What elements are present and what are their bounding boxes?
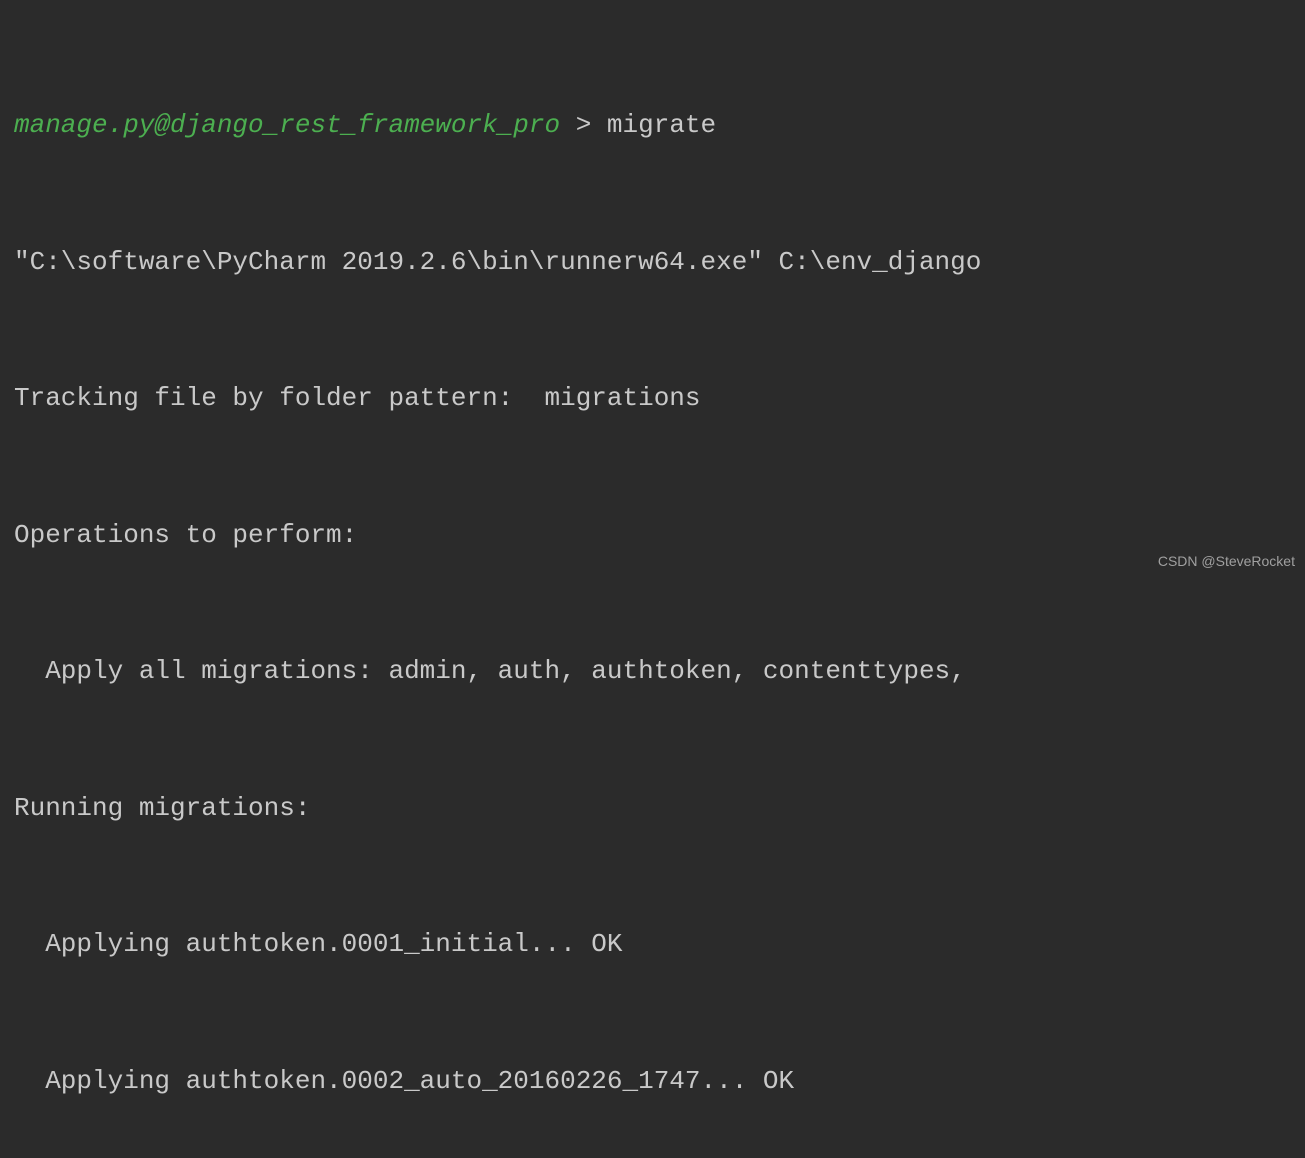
output-line: Running migrations:	[14, 786, 1291, 832]
terminal-output[interactable]: manage.py@django_rest_framework_pro > mi…	[14, 12, 1291, 1158]
prompt-line: manage.py@django_rest_framework_pro > mi…	[14, 103, 1291, 149]
output-line: Tracking file by folder pattern: migrati…	[14, 376, 1291, 422]
watermark: CSDN @SteveRocket	[1158, 549, 1295, 574]
output-line: Apply all migrations: admin, auth, autht…	[14, 649, 1291, 695]
output-line: "C:\software\PyCharm 2019.2.6\bin\runner…	[14, 240, 1291, 286]
output-line: Applying authtoken.0002_auto_20160226_17…	[14, 1059, 1291, 1105]
command-input[interactable]: migrate	[607, 110, 716, 140]
output-line: Applying authtoken.0001_initial... OK	[14, 922, 1291, 968]
output-line: Operations to perform:	[14, 513, 1291, 559]
terminal-prompt: manage.py@django_rest_framework_pro	[14, 110, 560, 140]
prompt-separator: >	[560, 110, 607, 140]
